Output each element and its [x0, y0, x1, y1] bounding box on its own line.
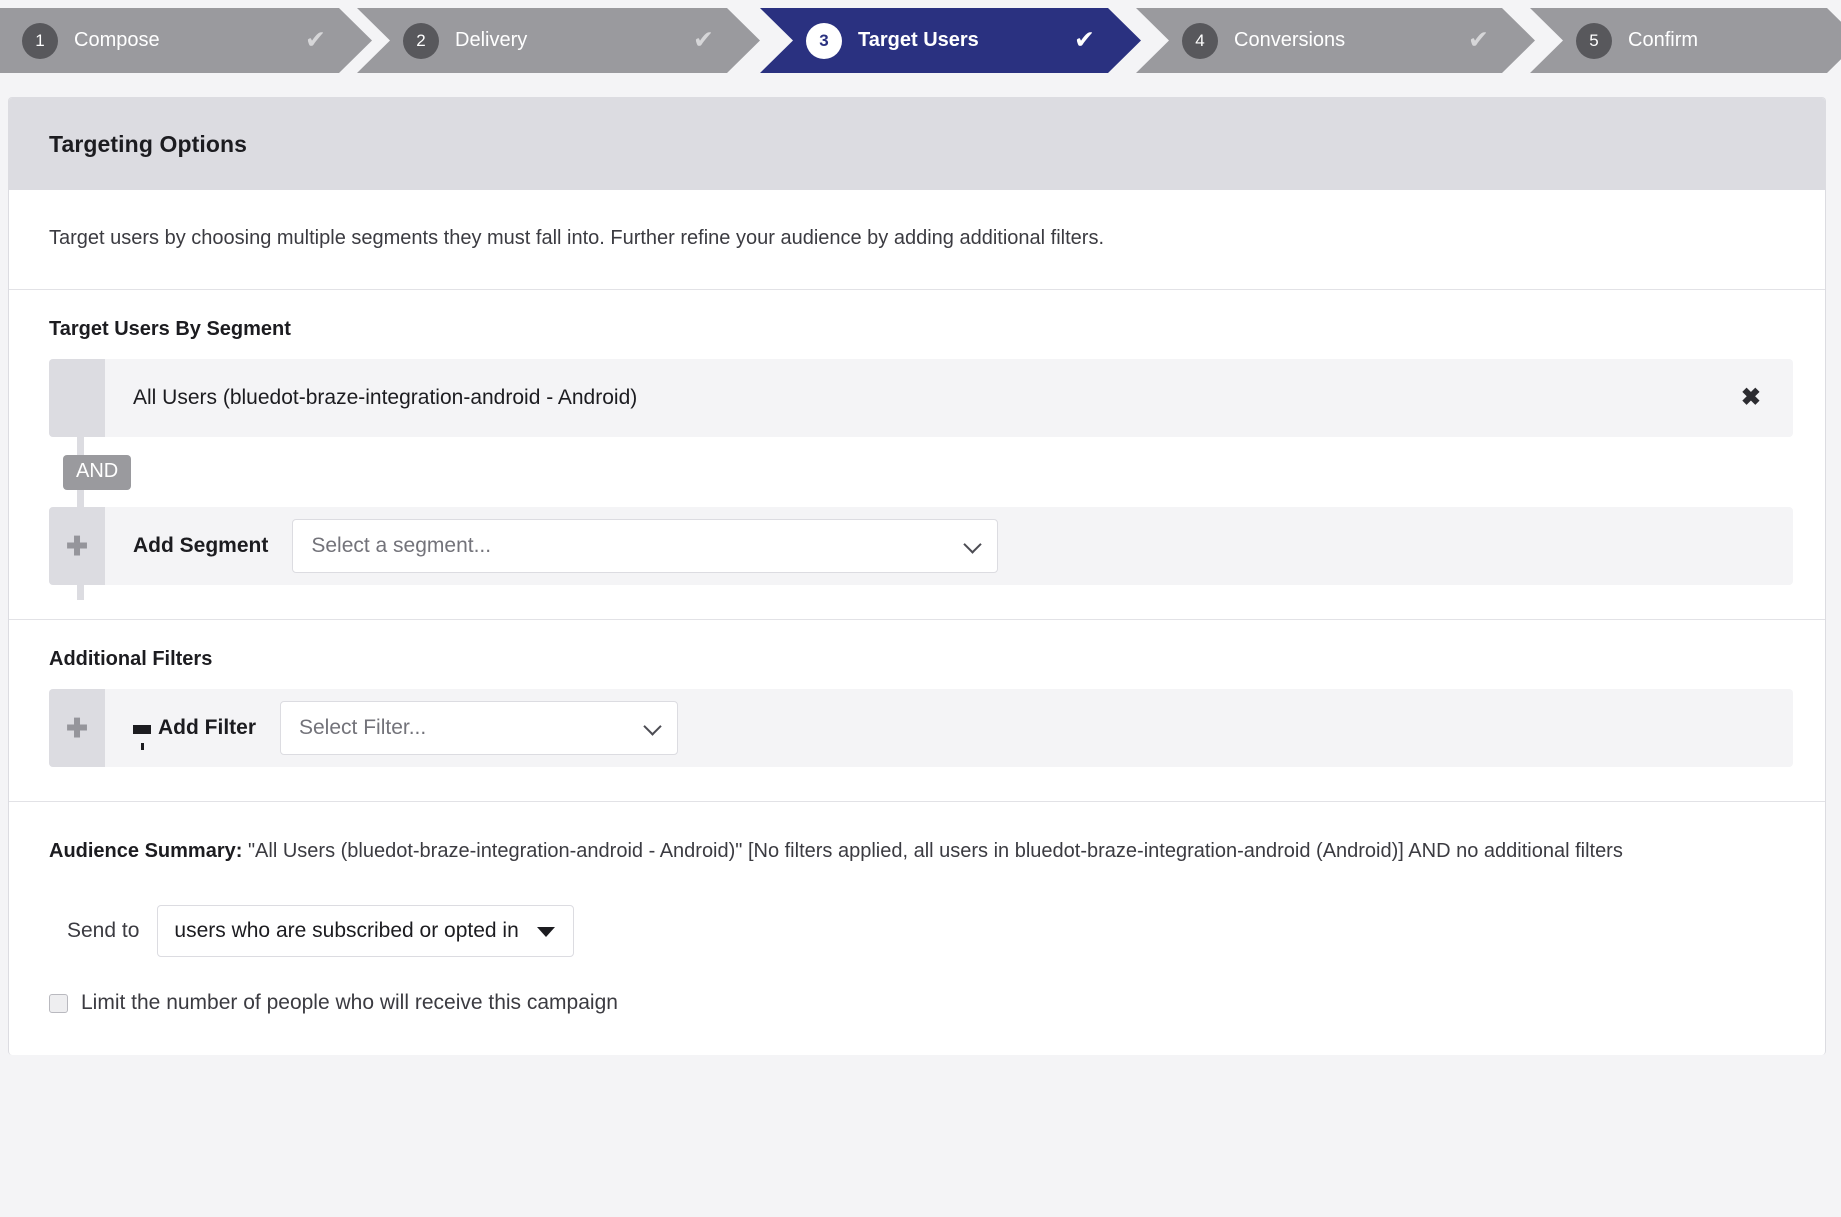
- audience-summary-text: "All Users (bluedot-braze-integration-an…: [247, 840, 1623, 862]
- segment-select[interactable]: Select a segment...: [292, 519, 999, 573]
- panel-header: Targeting Options: [9, 98, 1825, 190]
- step-check-icon: ✔: [1074, 26, 1095, 54]
- segment-row: All Users (bluedot-braze-integration-and…: [49, 359, 1793, 437]
- filter-select-placeholder: Select Filter...: [299, 716, 427, 739]
- step-label: Conversions: [1234, 29, 1346, 51]
- operator-row: AND: [49, 437, 1793, 507]
- step-number: 2: [403, 22, 439, 59]
- segment-builder: All Users (bluedot-braze-integration-and…: [49, 359, 1793, 600]
- step-number: 4: [1182, 22, 1218, 59]
- campaign-wizard-steps: 1 Compose ✔ 2 Delivery ✔ 3 Target Users …: [0, 0, 1841, 81]
- chevron-down-icon: [963, 535, 983, 554]
- limit-recipients-label: Limit the number of people who will rece…: [81, 991, 618, 1014]
- step-compose[interactable]: 1 Compose ✔: [0, 8, 372, 73]
- caret-down-icon: [536, 927, 555, 937]
- intro-text: Target users by choosing multiple segmen…: [49, 227, 1104, 249]
- add-filter-plus-icon[interactable]: ✚: [49, 689, 105, 767]
- step-check-icon: ✔: [305, 26, 326, 54]
- limit-recipients-checkbox[interactable]: [49, 993, 68, 1013]
- send-to-select[interactable]: users who are subscribed or opted in: [157, 905, 574, 957]
- step-confirm[interactable]: 5 Confirm: [1530, 8, 1841, 73]
- step-number: 1: [22, 22, 58, 59]
- step-delivery[interactable]: 2 Delivery ✔: [357, 8, 760, 73]
- step-label: Target Users: [858, 29, 979, 51]
- step-check-icon: ✔: [693, 26, 714, 54]
- step-label: Confirm: [1628, 29, 1699, 51]
- intro-section: Target users by choosing multiple segmen…: [9, 190, 1825, 290]
- filter-select[interactable]: Select Filter...: [280, 701, 678, 755]
- add-filter-label: Add Filter: [133, 716, 256, 750]
- audience-summary: Audience Summary: "All Users (bluedot-br…: [49, 836, 1793, 867]
- step-number: 3: [806, 22, 842, 59]
- add-filter-text: Add Filter: [158, 716, 256, 739]
- chevron-down-icon: [643, 717, 662, 736]
- step-label: Compose: [74, 29, 160, 51]
- step-check-icon: ✔: [1468, 26, 1489, 54]
- segment-section-title: Target Users By Segment: [49, 318, 291, 340]
- remove-segment-icon[interactable]: ✖: [1735, 380, 1767, 416]
- page-title: Targeting Options: [49, 130, 248, 157]
- and-operator-badge[interactable]: AND: [63, 454, 132, 490]
- add-segment-row: ✚ Add Segment Select a segment...: [49, 507, 1793, 585]
- step-label: Delivery: [455, 29, 528, 51]
- filters-section-title: Additional Filters: [49, 648, 213, 670]
- segment-name: All Users (bluedot-braze-integration-and…: [133, 386, 638, 409]
- step-number: 5: [1576, 22, 1612, 59]
- send-to-label: Send to: [67, 919, 140, 942]
- funnel-icon: [133, 724, 151, 750]
- step-conversions[interactable]: 4 Conversions ✔: [1136, 8, 1535, 73]
- filters-section: Additional Filters ✚ Add Filter Select F…: [9, 620, 1825, 802]
- send-to-row: Send to users who are subscribed or opte…: [49, 905, 1793, 957]
- targeting-options-panel: Targeting Options Target users by choosi…: [8, 97, 1826, 1055]
- add-segment-plus-icon[interactable]: ✚: [49, 507, 105, 585]
- segment-section: Target Users By Segment All Users (blued…: [9, 290, 1825, 620]
- add-segment-label: Add Segment: [133, 534, 269, 557]
- limit-recipients-row: Limit the number of people who will rece…: [49, 991, 1793, 1015]
- send-to-value: users who are subscribed or opted in: [174, 919, 519, 942]
- audience-summary-section: Audience Summary: "All Users (bluedot-br…: [9, 802, 1825, 1055]
- audience-summary-label: Audience Summary:: [49, 840, 243, 862]
- segment-select-placeholder: Select a segment...: [311, 534, 492, 557]
- add-filter-row: ✚ Add Filter Select Filter...: [49, 689, 1793, 767]
- segment-row-handle: [49, 359, 105, 437]
- step-target-users[interactable]: 3 Target Users ✔: [760, 8, 1141, 73]
